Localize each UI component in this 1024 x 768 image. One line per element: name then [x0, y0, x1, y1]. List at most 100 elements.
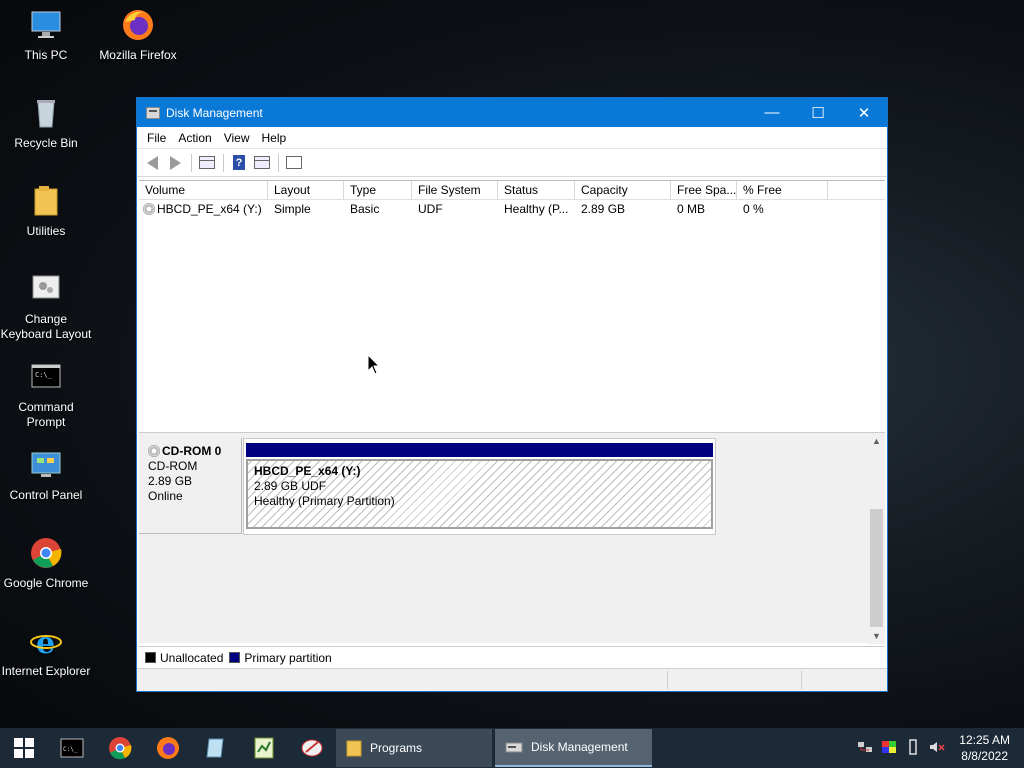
column-header-free-space[interactable]: Free Spa...: [671, 181, 737, 199]
taskbar-button-label: Disk Management: [531, 740, 628, 754]
column-header-type[interactable]: Type: [344, 181, 412, 199]
clock[interactable]: 12:25 AM 8/8/2022: [949, 732, 1024, 764]
disk-management-icon: [146, 106, 160, 119]
firefox-icon: [157, 737, 179, 759]
menu-view[interactable]: View: [218, 131, 256, 145]
desktop-icon-recycle-bin[interactable]: Recycle Bin: [0, 96, 92, 151]
legend-bar: Unallocated Primary partition: [139, 646, 885, 668]
terminal-icon: C:\_: [29, 360, 63, 394]
internet-explorer-icon: e: [29, 624, 63, 661]
menu-file[interactable]: File: [141, 131, 172, 145]
disk-label-cdrom-0[interactable]: CD-ROM 0 CD-ROM 2.89 GB Online: [139, 438, 242, 534]
legend-label-unallocated: Unallocated: [160, 650, 224, 665]
minimize-button[interactable]: —: [749, 98, 795, 127]
cell-file-system: UDF: [418, 202, 443, 216]
mouse-cursor-icon: [367, 354, 381, 375]
desktop-icon-keyboard-layout[interactable]: Change Keyboard Layout: [0, 272, 92, 342]
disk-size: 2.89 GB: [148, 474, 193, 488]
display-color-icon[interactable]: [877, 740, 901, 757]
column-header-file-system[interactable]: File System: [412, 181, 498, 199]
folder-icon: [346, 740, 362, 757]
properties-icon: [254, 156, 270, 169]
partition-size-fs: 2.89 GB UDF: [254, 479, 327, 493]
disk-graphical-view[interactable]: CD-ROM 0 CD-ROM 2.89 GB Online HBCD_PE_x…: [139, 432, 885, 644]
toolbar-separator: [191, 153, 192, 172]
svg-text:C:\_: C:\_: [35, 371, 53, 379]
svg-text:C:\_: C:\_: [63, 746, 78, 753]
desktop-icon-chrome[interactable]: Google Chrome: [0, 536, 92, 591]
system-tray: 12:25 AM 8/8/2022: [853, 728, 1024, 768]
legend-swatch-unallocated: [145, 652, 156, 663]
table-row[interactable]: HBCD_PE_x64 (Y:) Simple Basic UDF Health…: [139, 200, 885, 219]
usb-device-icon[interactable]: [901, 738, 925, 758]
column-header-status[interactable]: Status: [498, 181, 575, 199]
clock-time: 12:25 AM: [959, 733, 1010, 747]
control-panel-icon: [29, 448, 63, 482]
close-button[interactable]: ✕: [841, 98, 887, 127]
notepad-icon: [206, 738, 224, 758]
menu-action[interactable]: Action: [172, 131, 217, 145]
taskbar-button-programs[interactable]: Programs: [336, 729, 492, 767]
taskbar-command-prompt[interactable]: C:\_: [48, 728, 96, 768]
disk-kind: CD-ROM: [148, 459, 198, 473]
desktop-icon-firefox[interactable]: Mozilla Firefox: [92, 8, 184, 63]
cell-type: Basic: [350, 202, 380, 216]
desktop-icon-command-prompt[interactable]: C:\_ Command Prompt: [0, 360, 92, 430]
desktop-icon-label: Mozilla Firefox: [99, 48, 177, 62]
view-options-button[interactable]: [283, 152, 305, 174]
cell-free-space: 0 MB: [677, 202, 706, 216]
partition-body[interactable]: HBCD_PE_x64 (Y:) 2.89 GB UDF Healthy (Pr…: [246, 459, 713, 529]
status-bar: [137, 668, 887, 691]
firefox-icon: [121, 8, 155, 42]
taskbar-firefox[interactable]: [144, 728, 192, 768]
volume-list[interactable]: Volume Layout Type File System Status Ca…: [139, 180, 885, 424]
volume-muted-icon[interactable]: [925, 740, 949, 757]
network-icon[interactable]: [853, 740, 877, 757]
taskbar-chrome[interactable]: [96, 728, 144, 768]
toolbar: ?: [137, 149, 887, 177]
desktop-icon-label: This PC: [24, 48, 68, 62]
cell-layout: Simple: [274, 202, 311, 216]
folder-icon: [29, 184, 63, 218]
help-icon: ?: [233, 155, 245, 170]
desktop-icon-this-pc[interactable]: This PC: [0, 8, 92, 63]
forward-button[interactable]: [164, 152, 186, 174]
back-button[interactable]: [141, 152, 163, 174]
cell-capacity: 2.89 GB: [581, 202, 626, 216]
taskbar-spreadsheet[interactable]: [240, 728, 288, 768]
cell-status: Healthy (P...: [504, 202, 569, 216]
scroll-up-icon[interactable]: ▲: [871, 436, 882, 446]
maximize-button[interactable]: ☐: [795, 98, 841, 127]
desktop-icon-label: Internet Explorer: [1, 664, 91, 678]
keyboard-settings-icon: [29, 272, 63, 306]
start-button[interactable]: [0, 728, 48, 768]
taskbar: C:\_ Programs Disk Management 12:25 AM 8…: [0, 728, 1024, 768]
column-header-layout[interactable]: Layout: [268, 181, 344, 199]
disk-view-scrollbar[interactable]: ▲ ▼: [868, 433, 885, 644]
partition-block[interactable]: HBCD_PE_x64 (Y:) 2.89 GB UDF Healthy (Pr…: [243, 438, 716, 535]
scroll-down-icon[interactable]: ▼: [871, 631, 882, 641]
toolbar-separator: [278, 153, 279, 172]
column-header-volume[interactable]: Volume: [139, 181, 268, 199]
scroll-thumb[interactable]: [870, 509, 883, 627]
column-header-capacity[interactable]: Capacity: [575, 181, 671, 199]
taskbar-notepad[interactable]: [192, 728, 240, 768]
properties-button[interactable]: [251, 152, 273, 174]
taskbar-button-label: Programs: [370, 741, 423, 755]
menu-help[interactable]: Help: [256, 131, 293, 145]
status-bar-divider: [801, 671, 802, 689]
monitor-icon: [29, 8, 63, 42]
window-titlebar[interactable]: Disk Management — ☐ ✕: [137, 98, 887, 127]
column-header-percent-free[interactable]: % Free: [737, 181, 828, 199]
help-button[interactable]: ?: [228, 152, 250, 174]
disk-management-window[interactable]: Disk Management — ☐ ✕ File Action View H…: [136, 97, 888, 692]
taskbar-snipping-tool[interactable]: [288, 728, 336, 768]
desktop-icon-utilities[interactable]: Utilities: [0, 184, 92, 239]
desktop-icon-label: Command Prompt: [18, 400, 74, 429]
status-bar-divider: [667, 671, 668, 689]
desktop-icon-control-panel[interactable]: Control Panel: [0, 448, 92, 503]
show-hide-console-tree-button[interactable]: [196, 152, 218, 174]
desktop-icon-internet-explorer[interactable]: e Internet Explorer: [0, 624, 92, 679]
menu-bar: File Action View Help: [137, 127, 887, 149]
taskbar-button-disk-management[interactable]: Disk Management: [495, 729, 652, 767]
